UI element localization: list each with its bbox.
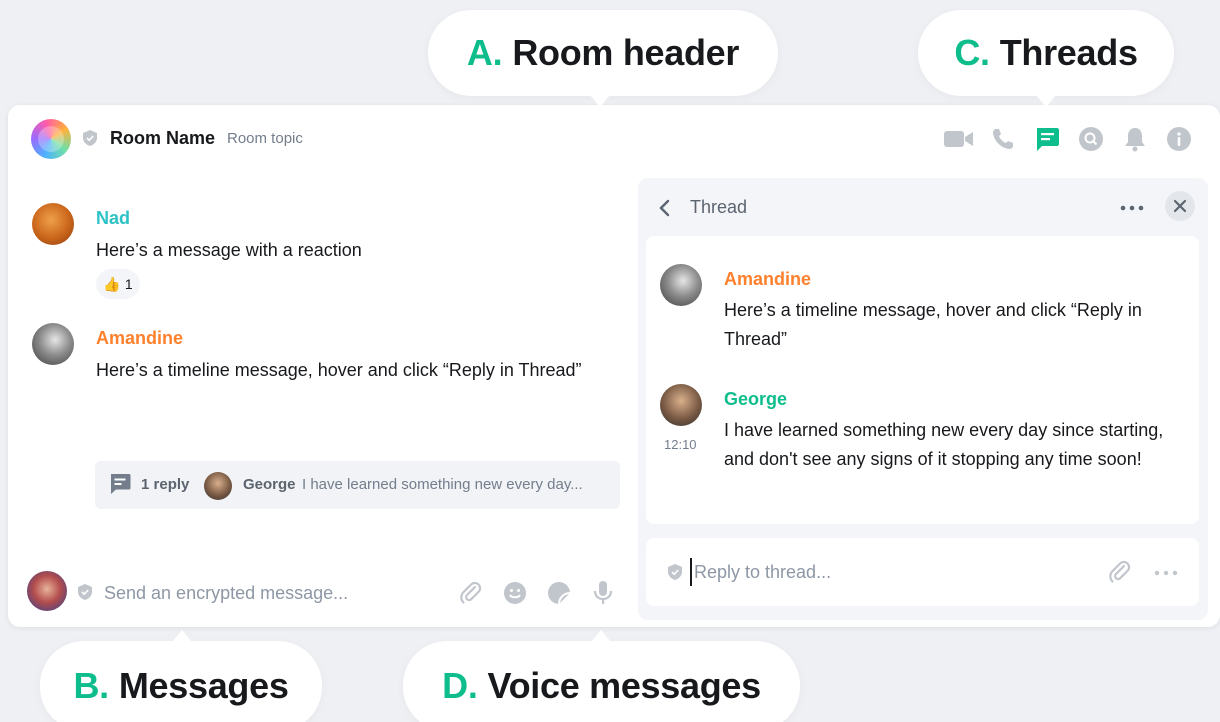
timeline: Nad Here’s a message with a reaction 👍 1… [8,173,636,627]
reaction-pill[interactable]: 👍 1 [96,269,140,299]
callout-tail [591,630,611,642]
threads-icon[interactable] [1032,125,1062,153]
callout-letter: A. [466,32,503,73]
emoji-icon[interactable] [501,579,529,607]
attachment-icon[interactable] [1106,558,1134,586]
more-options-icon[interactable] [1152,566,1180,578]
video-call-icon[interactable] [944,125,974,153]
attachment-icon[interactable] [457,579,485,607]
room-avatar[interactable] [31,119,71,159]
thread-reply-input[interactable] [690,558,1050,586]
app-window: Room Name Room topic Nad Here’s a messag… [8,105,1220,627]
avatar[interactable] [660,264,702,306]
sender-name[interactable]: Amandine [724,269,811,290]
thread-icon [109,473,131,500]
callout-tail [172,630,192,642]
message-body: I have learned something new every day s… [724,420,1164,469]
back-chevron-icon[interactable] [656,196,674,220]
thread-summary[interactable]: 1 reply George I have learned something … [95,461,620,509]
notifications-icon[interactable] [1120,125,1150,153]
message-composer [8,567,636,627]
callout-tail [590,95,610,107]
close-icon[interactable] [1165,191,1195,221]
shield-icon [668,564,682,580]
sender-name[interactable]: George [724,389,787,410]
callout-voice-messages: D. Voice messages [403,630,800,722]
thread-preview: I have learned something new every day..… [302,476,583,493]
callout-label: Messages [118,665,289,706]
callout-threads: C. Threads [918,10,1174,107]
sender-name[interactable]: Amandine [96,328,183,349]
message-body: Here’s a timeline message, hover and cli… [96,360,582,380]
microphone-icon[interactable] [589,579,617,607]
callout-label: Voice messages [487,665,762,706]
message-body: Here’s a timeline message, hover and cli… [724,300,1142,349]
thumbs-up-icon: 👍 [103,275,121,292]
sender-name[interactable]: Nad [96,208,130,229]
message-timestamp: 12:10 [664,437,697,452]
room-topic[interactable]: Room topic [227,130,303,147]
callout-tail [1036,95,1056,107]
avatar[interactable] [32,323,74,365]
avatar[interactable] [660,384,702,426]
reply-count: 1 reply [141,476,190,493]
callout-letter: C. [954,32,990,73]
thread-title: Thread [690,197,748,217]
callout-letter: B. [73,665,109,706]
avatar[interactable] [27,571,67,611]
room-info-icon[interactable] [1164,125,1194,153]
thread-timeline: Amandine Here’s a timeline message, hove… [646,236,1199,524]
search-icon[interactable] [1076,125,1106,153]
callout-label: Room header [512,32,740,73]
thread-panel: Thread Amandine Here’s a timeline messag… [638,178,1208,620]
callout-messages: B. Messages [40,630,322,722]
avatar[interactable] [32,203,74,245]
thread-last-sender: George [243,476,296,493]
message-input[interactable] [104,579,434,607]
room-header: Room Name Room topic [8,105,1220,173]
message-body: Here’s a message with a reaction [96,240,362,260]
room-name[interactable]: Room Name [110,128,215,149]
callout-room-header: A. Room header [428,10,778,107]
thread-composer [646,538,1199,606]
voice-call-icon[interactable] [988,125,1018,153]
shield-icon [78,584,92,600]
callout-letter: D. [442,665,478,706]
callout-label: Threads [999,32,1138,73]
shield-icon [83,130,97,146]
avatar [204,472,232,500]
sticker-icon[interactable] [545,579,573,607]
more-options-icon[interactable] [1118,200,1148,216]
reaction-count: 1 [124,276,133,292]
